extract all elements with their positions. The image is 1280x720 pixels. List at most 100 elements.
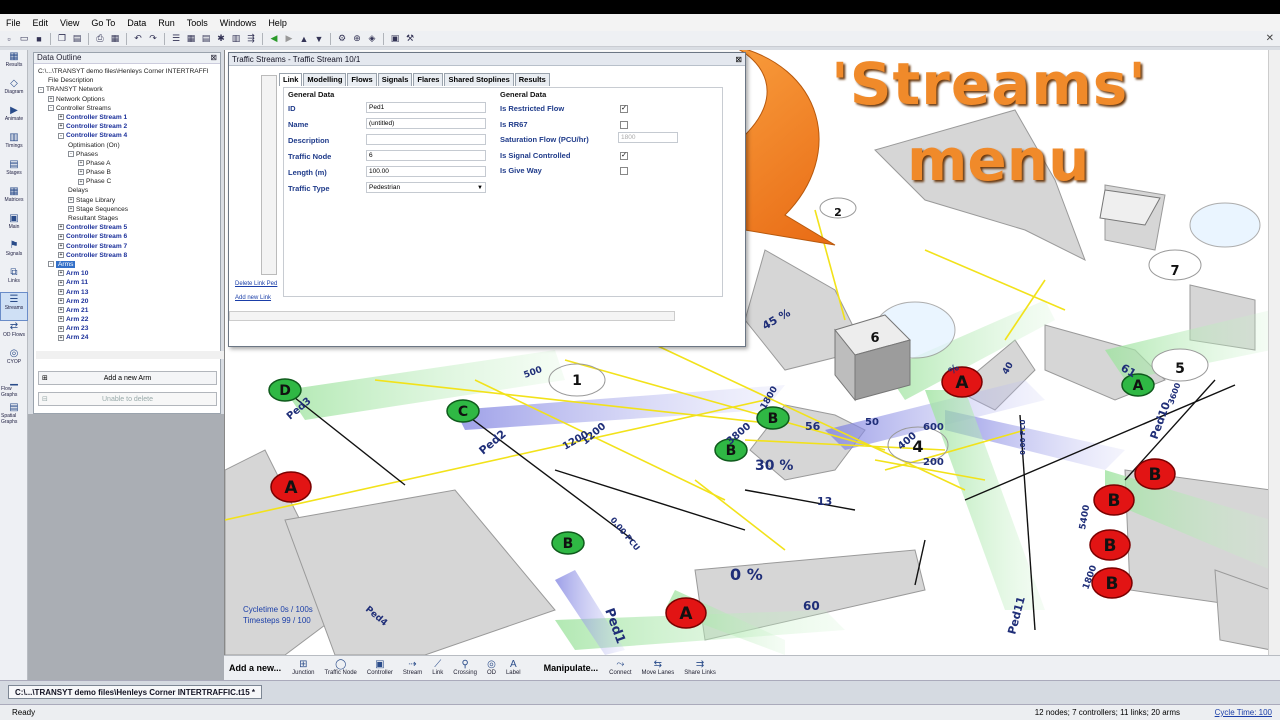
expand-icon[interactable]: + bbox=[78, 160, 84, 167]
tree-item[interactable]: + Arm 11 bbox=[36, 278, 208, 287]
tree-item[interactable]: Delays bbox=[36, 186, 208, 195]
description-field[interactable] bbox=[366, 134, 486, 145]
tree-item[interactable]: + Phase C bbox=[36, 177, 208, 186]
tree-item[interactable]: + Network Options bbox=[36, 95, 208, 104]
print-icon[interactable]: ⎙ bbox=[93, 32, 107, 45]
tree-item[interactable]: + Arm 22 bbox=[36, 315, 208, 324]
add-stream-button[interactable]: ⇢ Stream bbox=[403, 660, 422, 677]
tree-item[interactable]: - Phases bbox=[36, 150, 208, 159]
view-links-button[interactable]: ⧉ Links bbox=[1, 266, 27, 293]
add-crossing-button[interactable]: ⚲ Crossing bbox=[453, 660, 477, 677]
menu-view[interactable]: View bbox=[60, 18, 79, 28]
tree-item[interactable]: + Controller Stream 1 bbox=[36, 113, 208, 122]
tree-item[interactable]: + Arm 23 bbox=[36, 324, 208, 333]
add-traffic-node-button[interactable]: ◯ Traffic Node bbox=[325, 660, 357, 677]
tree-item[interactable]: + Arm 24 bbox=[36, 333, 208, 342]
expand-icon[interactable]: + bbox=[58, 233, 64, 240]
collapse-icon[interactable]: - bbox=[38, 86, 44, 93]
tree-item[interactable]: File Description bbox=[36, 76, 208, 85]
file-tab[interactable]: C:\...\TRANSYT demo files\Henleys Corner… bbox=[8, 685, 263, 699]
report-icon[interactable]: ▥ bbox=[229, 32, 243, 45]
tab-results[interactable]: Results bbox=[514, 73, 550, 86]
close-icon[interactable]: ✕ bbox=[1266, 33, 1274, 44]
view-stages-button[interactable]: ▤ Stages bbox=[1, 158, 27, 185]
expand-icon[interactable]: + bbox=[78, 169, 84, 176]
menu-file[interactable]: File bbox=[6, 18, 21, 28]
outline-icon[interactable]: ☰ bbox=[169, 32, 183, 45]
new-file-icon[interactable]: ▫ bbox=[2, 32, 16, 45]
tree-item[interactable]: + Arm 20 bbox=[36, 297, 208, 306]
tree-item[interactable]: + Arm 13 bbox=[36, 288, 208, 297]
expand-icon[interactable]: + bbox=[58, 242, 64, 249]
export-icon[interactable]: ⇶ bbox=[244, 32, 258, 45]
view-flow-graphs-button[interactable]: ▁ Flow Graphs bbox=[1, 374, 27, 401]
expand-icon[interactable]: + bbox=[58, 325, 64, 332]
view-spatial-graphs-button[interactable]: ▤ Spatial Graphs bbox=[1, 401, 27, 428]
menu-go-to[interactable]: Go To bbox=[91, 18, 115, 28]
checkbox[interactable] bbox=[620, 167, 628, 175]
expand-icon[interactable]: + bbox=[48, 95, 54, 102]
expand-icon[interactable]: + bbox=[58, 224, 64, 231]
add-junction-button[interactable]: ⊞ Junction bbox=[292, 660, 314, 677]
expand-icon[interactable]: + bbox=[58, 270, 64, 277]
name-field[interactable]: (untitled) bbox=[366, 118, 486, 129]
back-icon[interactable]: ◀ bbox=[267, 32, 281, 45]
menu-help[interactable]: Help bbox=[268, 18, 287, 28]
expand-icon[interactable]: + bbox=[58, 288, 64, 295]
settings-icon[interactable]: ⚒ bbox=[403, 32, 417, 45]
optimise-icon[interactable]: ⚙ bbox=[335, 32, 349, 45]
tree-item[interactable]: + Phase B bbox=[36, 168, 208, 177]
tree-item[interactable]: Resultant Stages bbox=[36, 214, 208, 223]
tab-flares[interactable]: Flares bbox=[413, 73, 444, 86]
close-icon[interactable]: ⊠ bbox=[735, 55, 742, 64]
run-icon[interactable]: ✱ bbox=[214, 32, 228, 45]
view-animate-button[interactable]: ▶ Animate bbox=[1, 104, 27, 131]
menu-run[interactable]: Run bbox=[158, 18, 175, 28]
tree-item[interactable]: C:\...\TRANSYT demo files\Henleys Corner… bbox=[36, 67, 208, 76]
tree-item[interactable]: + Controller Stream 7 bbox=[36, 242, 208, 251]
share-links-button[interactable]: ⇉ Share Links bbox=[684, 660, 716, 677]
grid-icon[interactable]: ▦ bbox=[184, 32, 198, 45]
menu-edit[interactable]: Edit bbox=[33, 18, 49, 28]
tree-item[interactable]: + Controller Stream 8 bbox=[36, 251, 208, 260]
table-icon[interactable]: ▤ bbox=[199, 32, 213, 45]
canvas-vertical-scrollbar[interactable] bbox=[1268, 50, 1280, 655]
open-folder-icon[interactable]: ▭ bbox=[17, 32, 31, 45]
delete-link-link[interactable]: Delete Link Ped bbox=[235, 281, 277, 287]
expand-icon[interactable]: + bbox=[58, 316, 64, 323]
tab-shared-stoplines[interactable]: Shared Stoplines bbox=[444, 73, 514, 86]
delete-arm-button[interactable]: ⊟ Unable to delete bbox=[38, 392, 217, 406]
tree-item[interactable]: + Phase A bbox=[36, 159, 208, 168]
expand-icon[interactable]: + bbox=[58, 307, 64, 314]
collapse-icon[interactable]: - bbox=[68, 150, 74, 157]
copy-icon[interactable]: ❐ bbox=[55, 32, 69, 45]
paste-icon[interactable]: ▤ bbox=[70, 32, 84, 45]
tree-item[interactable]: - Controller Streams bbox=[36, 104, 208, 113]
menu-tools[interactable]: Tools bbox=[187, 18, 208, 28]
tree-item[interactable]: + Controller Stream 2 bbox=[36, 122, 208, 131]
tag-icon[interactable]: ◈ bbox=[365, 32, 379, 45]
view-results-button[interactable]: ▦ Results bbox=[1, 50, 27, 77]
add-controller-button[interactable]: ▣ Controller bbox=[367, 660, 393, 677]
tree-item[interactable]: + Arm 10 bbox=[36, 269, 208, 278]
redo-icon[interactable]: ↷ bbox=[146, 32, 160, 45]
stream-list-pane[interactable] bbox=[261, 75, 277, 275]
view-od-flows-button[interactable]: ⇄ OD Flows bbox=[1, 320, 27, 347]
move-lanes-button[interactable]: ⇆ Move Lanes bbox=[642, 660, 675, 677]
checkbox[interactable]: ✓ bbox=[620, 105, 628, 113]
view-diagram-button[interactable]: ◇ Diagram bbox=[1, 77, 27, 104]
expand-icon[interactable]: + bbox=[68, 206, 74, 213]
calculator-icon[interactable]: ▣ bbox=[388, 32, 402, 45]
tab-signals[interactable]: Signals bbox=[377, 73, 413, 86]
add-arm-button[interactable]: ⊞ Add a new Arm bbox=[38, 371, 217, 385]
length-field[interactable]: 100.00 bbox=[366, 166, 486, 177]
checkbox[interactable] bbox=[620, 120, 628, 129]
connect-button[interactable]: ⤳ Connect bbox=[609, 660, 631, 677]
up-icon[interactable]: ▲ bbox=[297, 32, 311, 45]
stream-window-scrollbar[interactable] bbox=[229, 311, 675, 321]
tab-link[interactable]: Link bbox=[279, 73, 303, 86]
cycle-time-link[interactable]: Cycle Time: 100 bbox=[1215, 705, 1272, 720]
zoom-icon[interactable]: ⊕ bbox=[350, 32, 364, 45]
tree-item[interactable]: + Arm 21 bbox=[36, 306, 208, 315]
close-icon[interactable]: ⊠ bbox=[210, 53, 217, 62]
